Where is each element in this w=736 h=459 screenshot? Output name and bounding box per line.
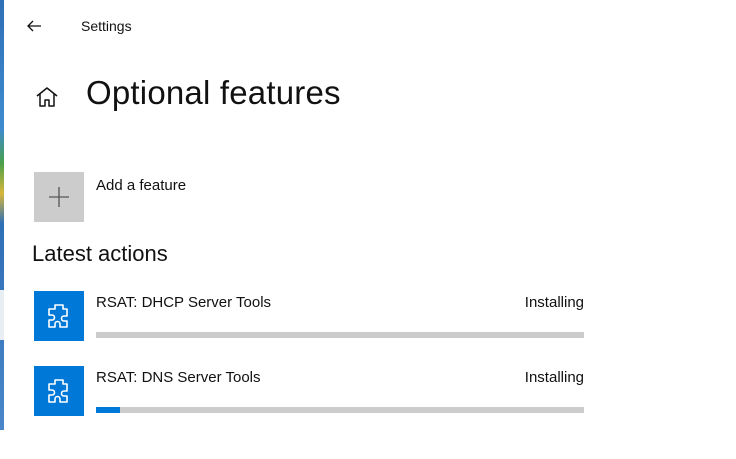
screen: Settings Optional features Add a feature…: [0, 0, 736, 459]
progress-fill: [96, 407, 121, 413]
back-button[interactable]: [18, 10, 50, 42]
feature-name: RSAT: DHCP Server Tools: [96, 294, 272, 311]
arrow-left-icon: [27, 20, 41, 32]
settings-window: Settings Optional features Add a feature…: [4, 0, 736, 430]
feature-status: Installing: [524, 369, 584, 386]
latest-actions-heading: Latest actions: [32, 241, 168, 266]
title-bar: Settings: [4, 0, 736, 52]
feature-name: RSAT: DNS Server Tools: [96, 369, 261, 386]
feature-tile: [34, 366, 84, 416]
feature-status: Installing: [524, 294, 584, 311]
add-feature-tile[interactable]: [34, 172, 84, 222]
feature-row-dhcp[interactable]: RSAT: DHCP Server Tools Installing: [34, 291, 584, 341]
page-title: Optional features: [86, 74, 341, 111]
add-feature-button[interactable]: Add a feature: [34, 172, 186, 222]
home-icon[interactable]: [34, 84, 60, 110]
feature-row-dns[interactable]: RSAT: DNS Server Tools Installing: [34, 366, 584, 416]
feature-tile: [34, 291, 84, 341]
add-feature-label[interactable]: Add a feature: [96, 177, 186, 194]
progress-bar: [96, 332, 584, 338]
puzzle-piece-icon: [48, 379, 68, 403]
plus-icon: [49, 187, 69, 207]
puzzle-piece-icon: [48, 304, 68, 328]
window-title: Settings: [81, 18, 132, 34]
progress-bar: [96, 407, 584, 413]
